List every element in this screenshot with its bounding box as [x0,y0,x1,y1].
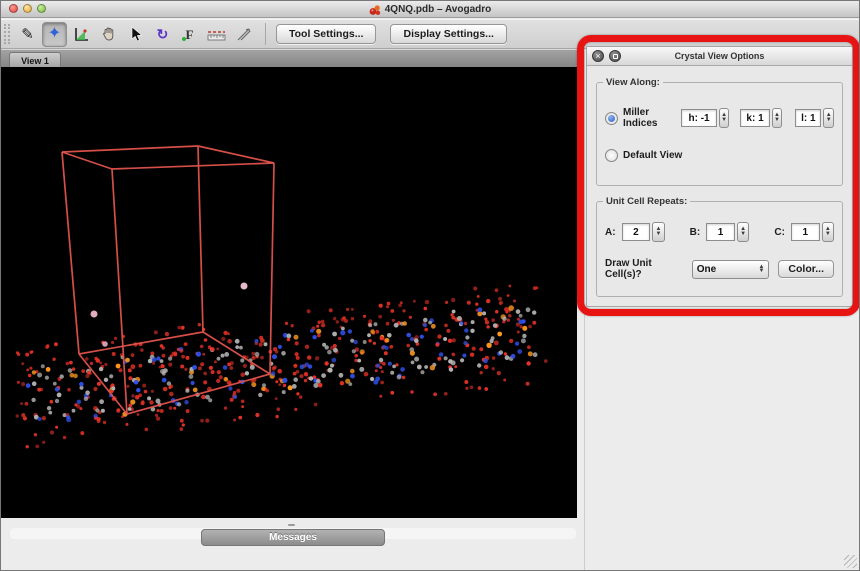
repeat-a-label: A: [605,227,616,238]
color-button[interactable]: Color... [778,260,834,278]
default-view-label: Default View [623,150,682,161]
miller-h-stepper[interactable]: ▲▼ [719,108,730,128]
default-view-radio[interactable] [605,149,618,162]
draw-unit-cells-label: Draw Unit Cell(s)? [605,258,684,280]
manipulate-tool-button[interactable] [96,22,121,47]
cursor-arrow-icon [129,26,143,42]
popup-selected-value: One [697,264,716,275]
dock-divider [584,49,585,571]
panel-header[interactable]: × Crystal View Options [587,47,852,66]
hand-icon [101,26,117,42]
panel-close-button[interactable]: × [592,50,604,62]
popup-arrows-icon: ▲▼ [758,265,764,273]
tab-view-1[interactable]: View 1 [9,52,61,68]
pencil-icon: ✎ [21,27,34,42]
float-icon [613,54,618,59]
miller-k-spinbox[interactable]: k: 1 [740,109,769,127]
miller-l-stepper[interactable]: ▲▼ [823,108,834,128]
draw-unit-cells-popup[interactable]: One ▲▼ [692,260,770,279]
auto-optimize-icon: F [186,28,194,41]
measure-tool-button[interactable] [204,22,229,47]
miller-l-spinbox[interactable]: l: 1 [795,109,821,127]
crystal-view-options-panel: × Crystal View Options View Along: Mille… [586,46,853,307]
view-along-group: View Along: Miller Indices h: -1 ▲▼ k: 1… [596,82,843,186]
repeat-a-spinbox[interactable]: 2 [622,223,651,241]
repeat-b-label: B: [690,227,701,238]
display-settings-button[interactable]: Display Settings... [390,24,506,44]
miller-k-stepper[interactable]: ▲▼ [772,108,783,128]
window-title: 4QNQ.pdb – Avogadro [385,4,492,15]
tool-settings-button[interactable]: Tool Settings... [276,24,376,44]
bond-centric-tool-button[interactable] [69,22,94,47]
title-bar: 4QNQ.pdb – Avogadro [1,1,859,18]
repeat-b-stepper[interactable]: ▲▼ [737,222,749,242]
view-tab-bar: View 1 [1,49,577,67]
ruler-icon [207,27,226,42]
unit-cell-repeats-group: Unit Cell Repeats: A: 2 ▲▼ B: 1 ▲▼ C: 1 … [596,201,843,297]
toolbar-separator [265,23,266,45]
draw-tool-button[interactable]: ✎ [15,22,40,47]
gl-viewport[interactable] [1,67,577,518]
panel-title: Crystal View Options [587,51,852,61]
repeat-c-label: C: [774,227,785,238]
toolbar-drag-handle[interactable] [4,24,10,44]
repeat-a-stepper[interactable]: ▲▼ [652,222,664,242]
view-along-legend: View Along: [603,77,663,88]
navigate-star-icon: ✦ [48,26,61,42]
panel-float-button[interactable] [609,50,621,62]
splitter-handle[interactable] [288,524,295,526]
main-toolbar: ✎ ✦ ↻ F [1,19,859,49]
repeat-c-stepper[interactable]: ▲▼ [822,222,834,242]
miller-h-spinbox[interactable]: h: -1 [681,109,717,127]
unit-cell-repeats-legend: Unit Cell Repeats: [603,196,690,207]
resize-grip[interactable] [844,555,857,568]
repeat-c-spinbox[interactable]: 1 [791,223,820,241]
avogadro-logo-icon [369,4,381,16]
miller-indices-radio[interactable] [605,112,618,125]
avogadro-window: 4QNQ.pdb – Avogadro ✎ ✦ [0,0,860,571]
align-tool-button[interactable] [231,22,256,47]
align-axes-icon [236,26,252,42]
bond-centric-icon [73,26,90,43]
auto-optimize-tool-button[interactable]: F [177,22,202,47]
miller-indices-label: Miller Indices [623,107,672,129]
selection-tool-button[interactable] [123,22,148,47]
navigate-tool-button[interactable]: ✦ [42,22,67,47]
auto-rotate-tool-button[interactable]: ↻ [150,22,175,47]
repeat-b-spinbox[interactable]: 1 [706,223,735,241]
molecule-svg [1,67,577,518]
rotate-arrow-icon: ↻ [157,27,169,41]
messages-button[interactable]: Messages [201,529,385,546]
bottom-dock-area: Messages [1,518,577,571]
